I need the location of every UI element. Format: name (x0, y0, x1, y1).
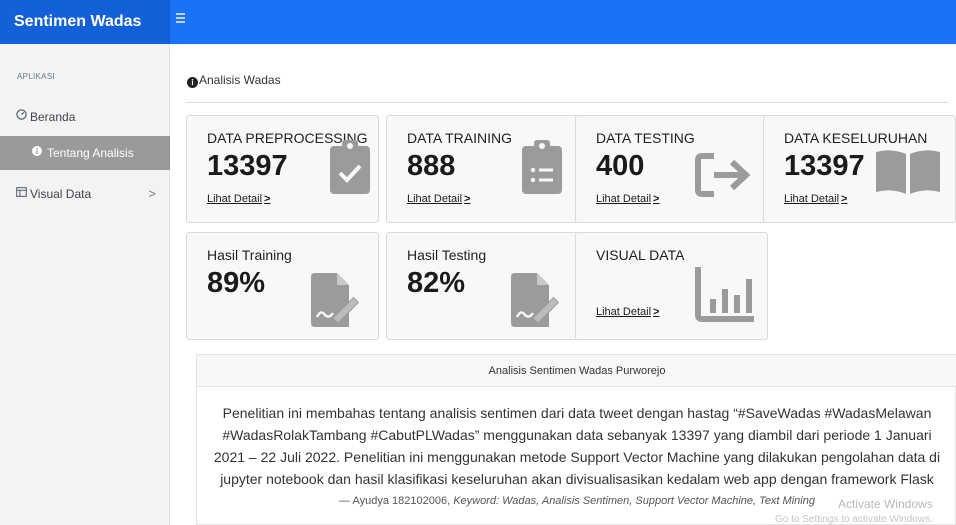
breadcrumb-label: Analisis Wadas (199, 73, 281, 87)
card-hasil-testing: Hasil Testing 82% (386, 232, 579, 340)
sidebar-item-label: Beranda (30, 110, 76, 124)
sidebar-item-label: Visual Data (30, 187, 92, 201)
panel-body-text: Penelitian ini membahas tentang analisis… (213, 405, 941, 487)
lihat-detail-link[interactable]: Lihat Detail > (596, 193, 659, 205)
sidebar-item-beranda[interactable]: Beranda (0, 100, 170, 134)
menu-toggle-icon[interactable] (176, 13, 188, 27)
activate-windows-title: Activate Windows (838, 497, 933, 511)
card-visual-data: VISUAL DATA Lihat Detail > (575, 232, 768, 340)
bar-chart-icon (694, 267, 756, 323)
sidebar-item-label: Tentang Analisis (47, 146, 134, 160)
clipboard-check-icon (330, 140, 370, 194)
clipboard-list-icon (522, 140, 562, 194)
card-title: Hasil Training (207, 247, 292, 263)
card-data-keseluruhan: DATA KESELURUHAN 13397 Lihat Detail > (763, 115, 956, 223)
activate-windows-subtitle: Go to Settings to activate Windows. (775, 514, 933, 525)
card-value: 82% (407, 267, 466, 299)
card-title: DATA KESELURUHAN (784, 130, 928, 146)
card-data-training: DATA TRAINING 888 Lihat Detail > (386, 115, 579, 223)
lihat-detail-link[interactable]: Lihat Detail > (407, 193, 470, 205)
divider (186, 102, 948, 103)
lihat-detail-link[interactable]: Lihat Detail > (596, 306, 659, 318)
card-data-preprocessing: DATA PREPROCESSING 13397 Lihat Detail > (186, 115, 379, 223)
lihat-detail-link[interactable]: Lihat Detail > (784, 193, 847, 205)
book-open-icon (874, 148, 942, 194)
info-icon: i (187, 77, 198, 88)
dashboard-icon (16, 100, 27, 134)
card-value: 89% (207, 267, 266, 299)
card-value: 13397 (784, 150, 865, 182)
sidebar-item-tentang-analisis[interactable]: Tentang Analisis (0, 136, 170, 170)
sidebar-item-visual-data[interactable]: Visual Data > (0, 177, 170, 211)
top-navbar: Sentimen Wadas (0, 0, 956, 44)
sidebar: APLIKASI Beranda Tentang Analisis Visual… (0, 44, 170, 525)
card-title: DATA TRAINING (407, 130, 513, 146)
brand-title[interactable]: Sentimen Wadas (0, 0, 170, 44)
sidebar-section-header: APLIKASI (17, 72, 55, 81)
card-value: 400 (596, 150, 645, 182)
lihat-detail-link[interactable]: Lihat Detail > (207, 193, 270, 205)
card-value: 888 (407, 150, 456, 182)
info-icon (32, 136, 42, 170)
card-title: DATA TESTING (596, 130, 695, 146)
card-hasil-training: Hasil Training 89% (186, 232, 379, 340)
file-signature-icon (311, 273, 367, 327)
sign-out-icon (694, 152, 754, 198)
breadcrumb: i Analisis Wadas (187, 73, 281, 88)
author-credit: — Ayudya 182102006, (339, 495, 454, 507)
keywords: Keyword: Wadas, Analisis Sentimen, Suppo… (453, 495, 815, 507)
chevron-right-icon: > (148, 186, 156, 201)
card-data-testing: DATA TESTING 400 Lihat Detail > (575, 115, 768, 223)
card-title: Hasil Testing (407, 247, 487, 263)
panel-header: Analisis Sentimen Wadas Purworejo (197, 355, 956, 387)
file-signature-icon (511, 273, 567, 327)
card-title: VISUAL DATA (596, 247, 685, 263)
table-icon (16, 177, 27, 211)
card-value: 13397 (207, 150, 288, 182)
main-content: i Analisis Wadas DATA PREPROCESSING 13397… (170, 44, 956, 525)
